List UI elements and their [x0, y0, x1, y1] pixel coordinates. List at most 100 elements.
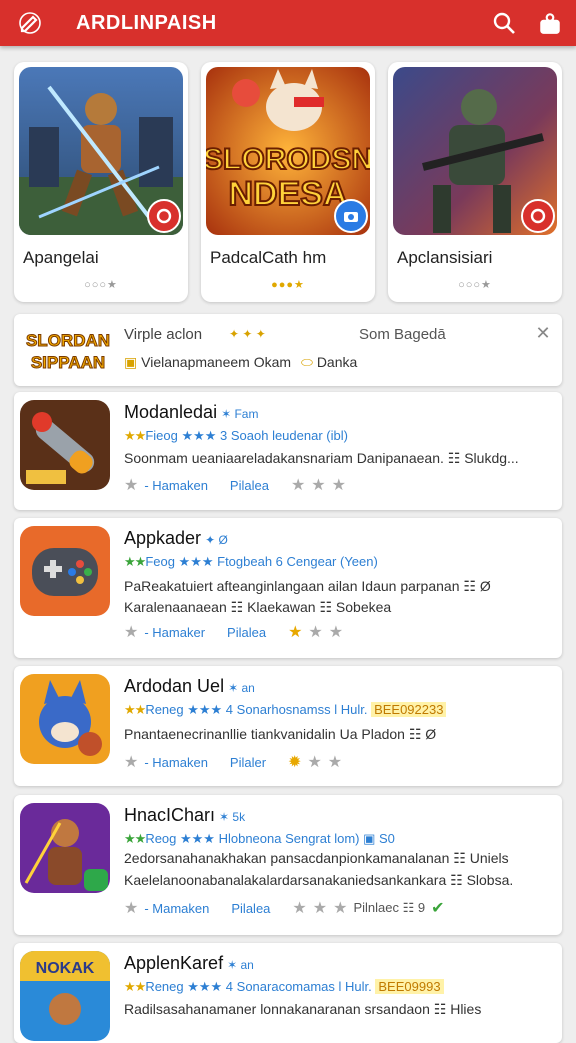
- app-rating: ★★Fieog ★★★ 3 Soaoh leudenar (ibl): [124, 428, 348, 444]
- app-title-text: Modanledai: [124, 402, 218, 422]
- check-icon: ✔: [431, 900, 445, 917]
- star-icon[interactable]: ★: [124, 622, 138, 642]
- meta-link-1[interactable]: - Hamaken: [144, 755, 208, 770]
- app-title: ARDLINPAISH: [76, 11, 217, 34]
- app-meta: ★ - Mamaken Pilalea ★ ★ ★ Pilnlaec ☷ 9 ✔: [124, 898, 444, 918]
- app-icon-bullet: [20, 400, 110, 490]
- ad-logo: SLORDAN SIPPAAN: [22, 322, 114, 378]
- record-icon: [147, 199, 181, 233]
- record-icon: [521, 199, 555, 233]
- meta-link-2[interactable]: Pilalea: [231, 901, 270, 916]
- app-description: Radilsasahanamaner lonnakanaranan srsand…: [124, 1001, 482, 1017]
- app-list-item[interactable]: NOKAK ApplenKaref ✶ an ★★Reneg ★★★ 4 Sona…: [14, 943, 562, 1043]
- rating-text: Reneg ★★★ 4 Sonaracomamas l Hulr.: [145, 979, 372, 994]
- star-icon[interactable]: ★: [308, 622, 322, 642]
- meta-link-2[interactable]: Pilalea: [230, 478, 269, 493]
- featured-card[interactable]: SLORODSN NDESA PadcalCath hm ●●●★: [201, 62, 375, 302]
- featured-art-logo: SLORODSN NDESA: [206, 67, 370, 235]
- app-version: ✶ 5k: [219, 810, 246, 824]
- meta-link-1[interactable]: - Mamaken: [144, 901, 209, 916]
- user-icon[interactable]: [530, 3, 570, 43]
- meta-link-1[interactable]: - Hamaken: [144, 478, 208, 493]
- featured-card[interactable]: Apclansisiari ○○○★: [388, 62, 562, 302]
- app-bar: ARDLINPAISH: [0, 0, 576, 46]
- ad-subtitle: ▣ Vielanapmaneem Okam ⬭ Danka: [124, 354, 357, 371]
- meta-extra: Pilnlaec ☷ 9: [353, 900, 426, 915]
- featured-card[interactable]: Apangelai ○○○★: [14, 62, 188, 302]
- rating-stars: ★★: [124, 831, 146, 846]
- star-icon[interactable]: ★: [292, 898, 306, 918]
- svg-text:SLORDAN: SLORDAN: [26, 331, 110, 350]
- star-icon[interactable]: ★: [311, 475, 325, 495]
- rating-text: Feog ★★★ Ftogbeah 6 Cengear (Yeen): [145, 554, 378, 569]
- ad-tag: ✦ ✦ ✦: [229, 327, 266, 341]
- star-icon[interactable]: ★: [291, 475, 305, 495]
- rating-stars: ★★: [124, 702, 146, 717]
- app-title: ApplenKaref ✶ an: [124, 953, 254, 974]
- app-rating: ★★Feog ★★★ Ftogbeah 6 Cengear (Yeen): [124, 554, 378, 570]
- rating-text: Reneg ★★★ 4 Sonarhosnamss l Hulr.: [145, 702, 368, 717]
- app-list-item[interactable]: Appkader ✦ Ø ★★Feog ★★★ Ftogbeah 6 Cengea…: [14, 518, 562, 658]
- featured-rating: ●●●★: [271, 279, 305, 291]
- app-meta: ★ - Hamaker Pilalea ★ ★ ★: [124, 622, 343, 642]
- star-icon[interactable]: ★: [313, 898, 327, 918]
- app-description: Pnantaenecrinanllie tiankvanidalin Ua Pl…: [124, 726, 437, 742]
- app-description: PaReakatuiert afteanginlangaan ailan Ida…: [124, 578, 491, 594]
- featured-art-soldier: [393, 67, 557, 235]
- app-description-2: Karalenaanaean ☷ Klaekawan ☷ Sobekea: [124, 599, 392, 615]
- star-icon[interactable]: ★: [124, 475, 138, 495]
- star-icon[interactable]: ★: [333, 898, 347, 918]
- rating-highlight: BEE092233: [371, 702, 447, 717]
- meta-link-2[interactable]: Pilaler: [230, 755, 266, 770]
- app-version: ✶ an: [228, 681, 255, 695]
- ad-title: Virple aclon: [124, 326, 203, 343]
- ad-sub-2: Danka: [316, 354, 358, 370]
- app-title: Appkader ✦ Ø: [124, 528, 228, 549]
- svg-text:NDESA: NDESA: [228, 175, 347, 213]
- app-version: ✶ Fam: [221, 407, 259, 421]
- svg-text:SIPPAAN: SIPPAAN: [31, 353, 105, 372]
- app-icon-heroes: [20, 803, 110, 893]
- app-version: ✦ Ø: [205, 533, 228, 547]
- app-title: Modanledai ✶ Fam: [124, 402, 258, 423]
- featured-title: Apclansisiari: [397, 248, 493, 267]
- featured-rating: ○○○★: [458, 279, 492, 291]
- app-title-text: Appkader: [124, 528, 202, 548]
- rating-stars: ★★: [124, 428, 146, 443]
- featured-rating: ○○○★: [84, 279, 118, 291]
- app-description: Soonmam ueaniaareladakansnariam Danipana…: [124, 450, 519, 466]
- app-list-item[interactable]: Ardodan Uel ✶ an ★★Reneg ★★★ 4 Sonarhosna…: [14, 666, 562, 786]
- ad-right-text: Som Bagedā: [359, 326, 446, 343]
- close-icon[interactable]: ✕: [532, 322, 554, 344]
- rating-highlight: BEE09993: [375, 979, 444, 994]
- featured-title: PadcalCath hm: [210, 248, 327, 267]
- star-icon[interactable]: ★: [332, 475, 346, 495]
- star-icon[interactable]: ★: [288, 622, 302, 642]
- star-icon[interactable]: ★: [329, 622, 343, 642]
- app-title-text: HnacICharı: [124, 805, 216, 825]
- rating-stars: ★★: [124, 554, 146, 569]
- app-description-2: Kaelelanoonabanalakalardarsanakaniedsank…: [124, 872, 514, 888]
- edit-icon[interactable]: [14, 7, 46, 39]
- star-icon[interactable]: ★: [124, 898, 138, 918]
- box-icon: ▣: [124, 354, 138, 370]
- app-title: Ardodan Uel ✶ an: [124, 676, 255, 697]
- star-icon[interactable]: ★: [124, 752, 138, 772]
- gear-icon[interactable]: ✹: [288, 752, 301, 772]
- app-title-text: ApplenKaref: [124, 953, 224, 973]
- svg-text:NOKAK: NOKAK: [36, 960, 95, 977]
- app-rating: ★★Reog ★★★ Hlobneona Sengrat lom) ▣ S0: [124, 831, 395, 847]
- app-list-item[interactable]: HnacICharı ✶ 5k ★★Reog ★★★ Hlobneona Seng…: [14, 795, 562, 935]
- star-icon[interactable]: ★: [328, 752, 342, 772]
- ad-banner[interactable]: SLORDAN SIPPAAN Virple aclon ✦ ✦ ✦ Som B…: [14, 314, 562, 386]
- ad-sub-1: Vielanapmaneem Okam: [141, 354, 292, 370]
- app-version: ✶ an: [227, 958, 254, 972]
- app-meta: ★ - Hamaken Pilalea ★ ★ ★: [124, 475, 346, 495]
- app-icon-adventure: NOKAK: [20, 951, 110, 1041]
- app-rating: ★★Reneg ★★★ 4 Sonarhosnamss l Hulr. BEE0…: [124, 702, 447, 718]
- meta-link-1[interactable]: - Hamaker: [144, 625, 205, 640]
- search-icon[interactable]: [484, 3, 524, 43]
- app-list-item[interactable]: Modanledai ✶ Fam ★★Fieog ★★★ 3 Soaoh leud…: [14, 392, 562, 510]
- star-icon[interactable]: ★: [307, 752, 321, 772]
- meta-link-2[interactable]: Pilalea: [227, 625, 266, 640]
